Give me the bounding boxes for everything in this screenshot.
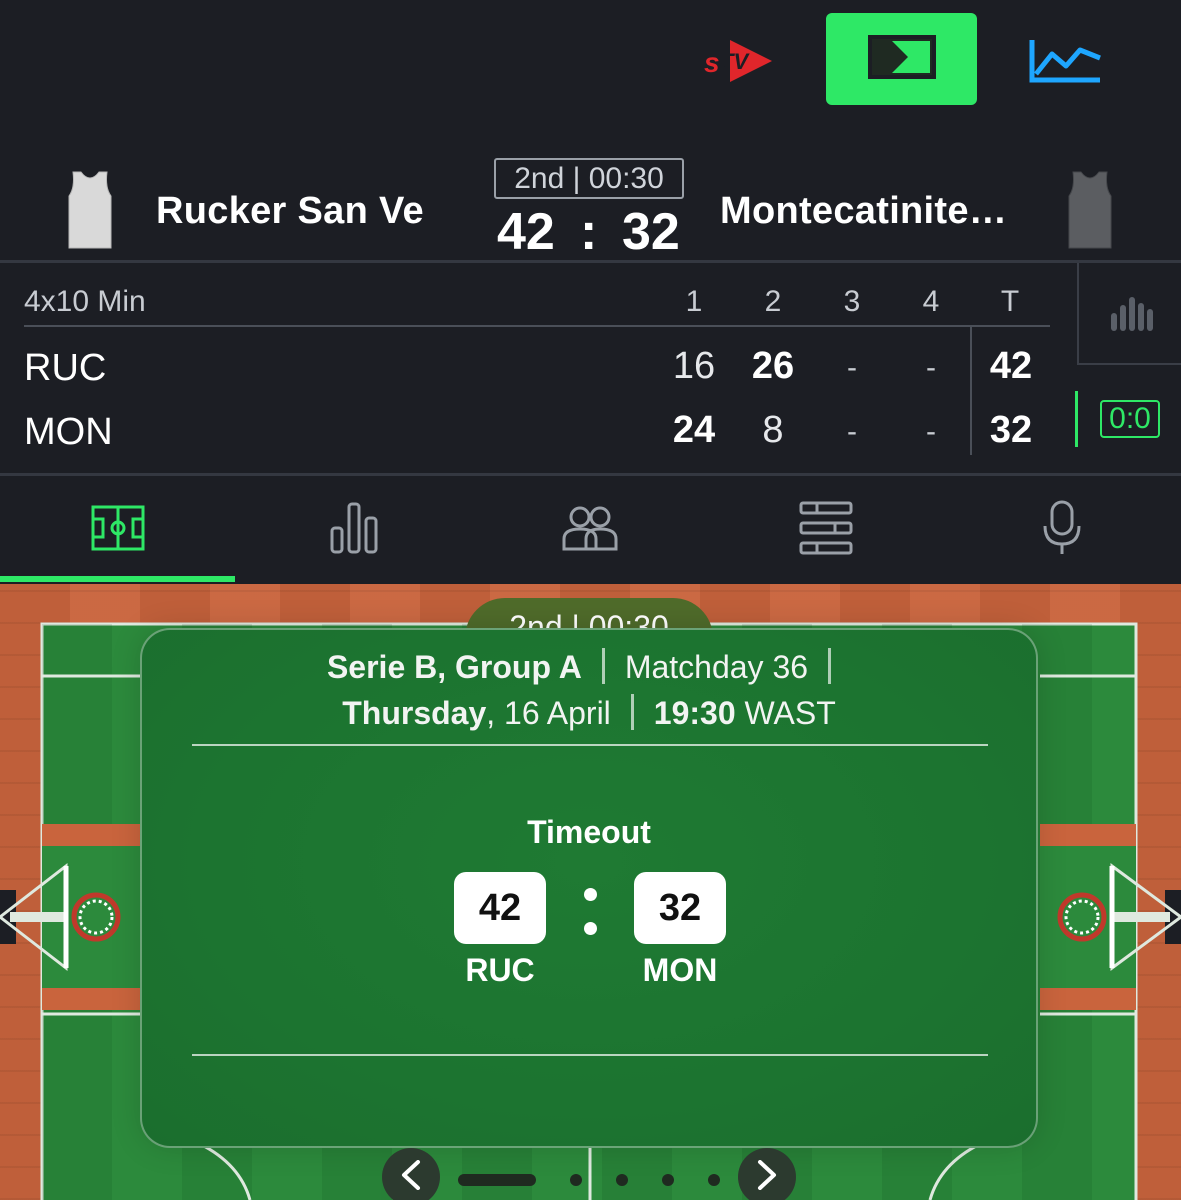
bar-chart-icon bbox=[1111, 297, 1153, 336]
players-icon bbox=[562, 505, 618, 556]
match-timezone: WAST bbox=[735, 695, 836, 731]
card-away-abbr: MON bbox=[642, 952, 718, 988]
carousel-indicator[interactable] bbox=[616, 1174, 628, 1186]
carousel-indicator-active[interactable] bbox=[458, 1174, 536, 1186]
home-row-abbr: RUC bbox=[24, 347, 107, 389]
competition-name[interactable]: Serie B, Group A bbox=[327, 649, 582, 685]
svg-text:TV: TV bbox=[720, 49, 750, 74]
card-home-abbr: RUC bbox=[465, 952, 535, 988]
period-clock: 2nd | 00:30 bbox=[494, 158, 684, 199]
home-jersey-icon bbox=[67, 170, 113, 250]
competition-line: Serie B, Group A Matchday 36 bbox=[142, 648, 1036, 686]
bar-chart-icon bbox=[330, 502, 378, 559]
matchday: Matchday 36 bbox=[624, 649, 809, 685]
table-divider bbox=[24, 325, 1050, 327]
home-q3: - bbox=[847, 351, 857, 384]
court-visualization: 2nd | 00:30 Serie B, Group A Matchday 36 … bbox=[0, 584, 1181, 1200]
game-format: 4x10 Min bbox=[24, 285, 146, 318]
carousel-indicator[interactable] bbox=[662, 1174, 674, 1186]
away-total: 32 bbox=[989, 409, 1033, 451]
away-q3: - bbox=[847, 415, 857, 448]
separator bbox=[828, 648, 832, 684]
tab-standings[interactable] bbox=[708, 476, 944, 584]
home-q4: - bbox=[926, 351, 936, 384]
card-divider-bottom bbox=[192, 1054, 988, 1056]
period-header-2: 2 bbox=[764, 285, 782, 318]
card-home-score: 42 bbox=[454, 872, 546, 944]
tab-bar bbox=[0, 476, 1181, 584]
period-header-3: 3 bbox=[843, 285, 861, 318]
score-colon-dot bbox=[584, 922, 597, 935]
microphone-icon bbox=[1042, 500, 1082, 561]
away-q4: - bbox=[926, 415, 936, 448]
match-info-card: Serie B, Group A Matchday 36 Thursday, 16… bbox=[140, 628, 1038, 1148]
score-colon-dot bbox=[584, 888, 597, 901]
line-chart-icon bbox=[1028, 40, 1104, 90]
date-line: Thursday, 16 April 19:30 WAST bbox=[142, 694, 1036, 732]
home-team-name[interactable]: Rucker San Ve bbox=[156, 190, 424, 233]
possession-indicator bbox=[1075, 391, 1078, 447]
home-q2: 26 bbox=[751, 345, 795, 387]
score-separator: : bbox=[580, 203, 598, 261]
match-day: Thursday bbox=[342, 695, 487, 731]
home-total: 42 bbox=[989, 345, 1033, 387]
match-date: , 16 April bbox=[486, 695, 611, 731]
standings-icon bbox=[799, 501, 853, 560]
side-score-badge[interactable]: 0:0 bbox=[1100, 400, 1160, 438]
svg-text:s: s bbox=[704, 47, 720, 78]
away-team-name[interactable]: Montecatiniterme Basketball bbox=[720, 190, 1010, 233]
tab-commentary[interactable] bbox=[944, 476, 1180, 584]
tab-statistics[interactable] bbox=[236, 476, 472, 584]
carousel-next-button[interactable] bbox=[738, 1148, 796, 1200]
away-score: 32 bbox=[622, 203, 680, 261]
card-divider-top bbox=[192, 744, 988, 746]
home-score: 42 bbox=[497, 203, 555, 261]
away-q1: 24 bbox=[672, 409, 716, 451]
active-tab-indicator bbox=[0, 576, 235, 582]
match-status: Timeout bbox=[527, 814, 651, 850]
period-header-1: 1 bbox=[685, 285, 703, 318]
live-tracker-button[interactable] bbox=[826, 13, 977, 105]
carousel-indicator[interactable] bbox=[708, 1174, 720, 1186]
stv-logo-icon[interactable]: s TV bbox=[700, 36, 776, 86]
home-q1: 16 bbox=[672, 345, 716, 387]
carousel-prev-button[interactable] bbox=[382, 1148, 440, 1200]
live-tracker-icon bbox=[867, 34, 936, 84]
card-away-score: 32 bbox=[634, 872, 726, 944]
line-chart-button[interactable] bbox=[1028, 36, 1104, 86]
tab-court[interactable] bbox=[0, 476, 236, 584]
separator bbox=[630, 694, 634, 730]
court-icon bbox=[91, 505, 145, 556]
away-jersey-icon bbox=[1067, 170, 1113, 250]
total-divider bbox=[970, 327, 972, 455]
carousel-indicator[interactable] bbox=[570, 1174, 582, 1186]
top-bar: s TV bbox=[0, 0, 1181, 140]
tab-lineups[interactable] bbox=[472, 476, 708, 584]
away-row-abbr: MON bbox=[24, 411, 113, 453]
momentum-stats-button[interactable] bbox=[1077, 263, 1181, 365]
scoreboard-header: Rucker San Ve 2nd | 00:30 42 : 32 Montec… bbox=[0, 140, 1181, 261]
match-time: 19:30 bbox=[653, 695, 736, 731]
period-header-4: 4 bbox=[922, 285, 940, 318]
chevron-right-icon bbox=[756, 1159, 778, 1195]
period-score-table: 4x10 Min 1 2 3 4 T RUC 16 26 - - 42 MON … bbox=[0, 263, 1181, 473]
away-q2: 8 bbox=[762, 409, 784, 451]
chevron-left-icon bbox=[400, 1159, 422, 1195]
separator bbox=[601, 648, 605, 684]
period-header-total: T bbox=[1000, 285, 1020, 318]
